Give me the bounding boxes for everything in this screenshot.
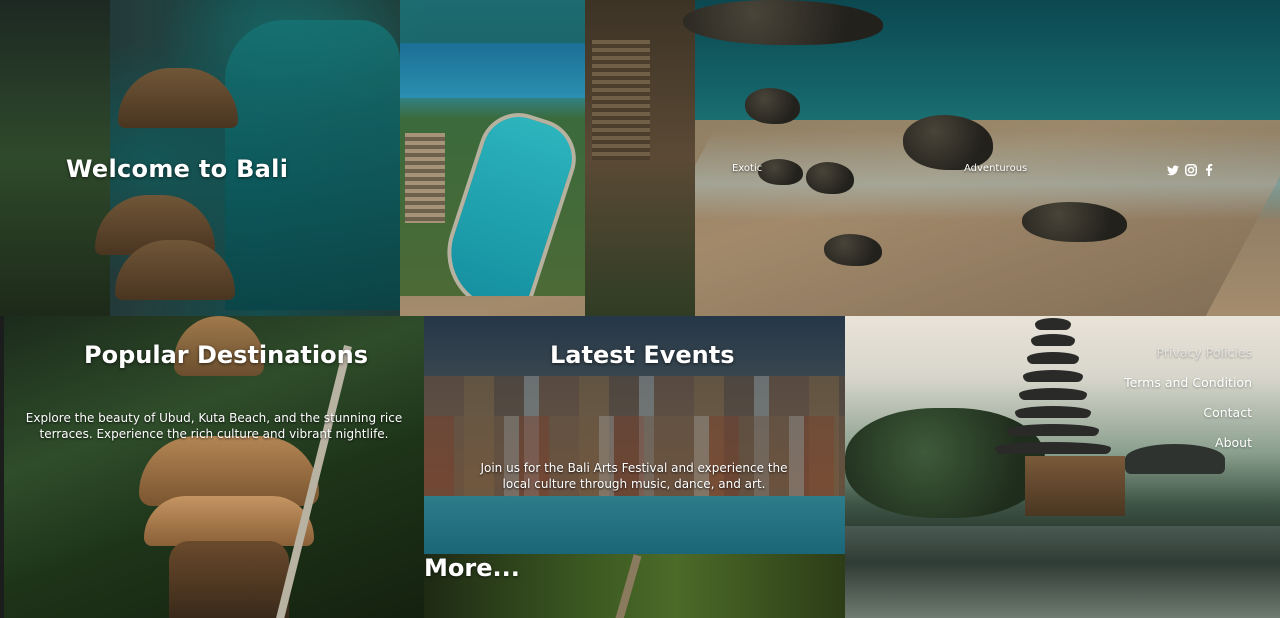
- contact-link[interactable]: Contact: [1203, 404, 1252, 421]
- twitter-icon[interactable]: [1167, 164, 1179, 176]
- events-description: Join us for the Bali Arts Festival and e…: [480, 461, 788, 491]
- pagoda-tier: [1027, 352, 1079, 364]
- page: Welcome to Bali Exotic Adventurous Popul…: [0, 0, 1280, 618]
- more-link[interactable]: More...: [424, 554, 520, 582]
- pagoda-tier: [1023, 370, 1083, 382]
- pagoda-tier: [1019, 388, 1087, 400]
- lake-reflection: [845, 526, 1280, 618]
- events-title: Latest Events: [550, 341, 735, 369]
- hero-section: Welcome to Bali Exotic Adventurous: [0, 0, 1280, 316]
- destinations-title: Popular Destinations: [84, 341, 368, 369]
- footer-panel: Privacy Policies Terms and Condition Con…: [845, 316, 1280, 618]
- nav-link-adventurous[interactable]: Adventurous: [964, 163, 1027, 174]
- privacy-policies-link[interactable]: Privacy Policies: [1157, 344, 1252, 361]
- inset-pool: [431, 102, 585, 296]
- pagoda-tier: [1035, 318, 1071, 330]
- destinations-description: Explore the beauty of Ubud, Kuta Beach, …: [25, 411, 403, 441]
- destinations-panel: Popular Destinations Explore the beauty …: [4, 316, 424, 618]
- temple-building: [1025, 456, 1125, 516]
- pagoda-tier: [1015, 406, 1091, 418]
- footer-nav: Privacy Policies Terms and Condition Con…: [1124, 344, 1252, 451]
- instagram-icon[interactable]: [1185, 164, 1197, 176]
- events-panel: Latest Events Join us for the Bali Arts …: [424, 316, 845, 618]
- terms-and-condition-link[interactable]: Terms and Condition: [1124, 374, 1252, 391]
- bamboo-hut-middle: [144, 496, 314, 546]
- inset-stairs: [405, 133, 445, 223]
- pagoda-tier: [1031, 334, 1075, 346]
- pagoda-tier: [1007, 424, 1099, 436]
- pagoda-tier: [995, 442, 1111, 454]
- bamboo-hut-base: [169, 541, 289, 618]
- trees: [845, 408, 1045, 518]
- inset-sea: [400, 43, 585, 98]
- facebook-icon[interactable]: [1203, 164, 1215, 176]
- resort-pool-photo: [400, 43, 585, 296]
- about-link[interactable]: About: [1215, 434, 1252, 451]
- hero-title: Welcome to Bali: [66, 155, 289, 183]
- social-links: [1167, 164, 1215, 176]
- nav-link-exotic[interactable]: Exotic: [732, 163, 762, 174]
